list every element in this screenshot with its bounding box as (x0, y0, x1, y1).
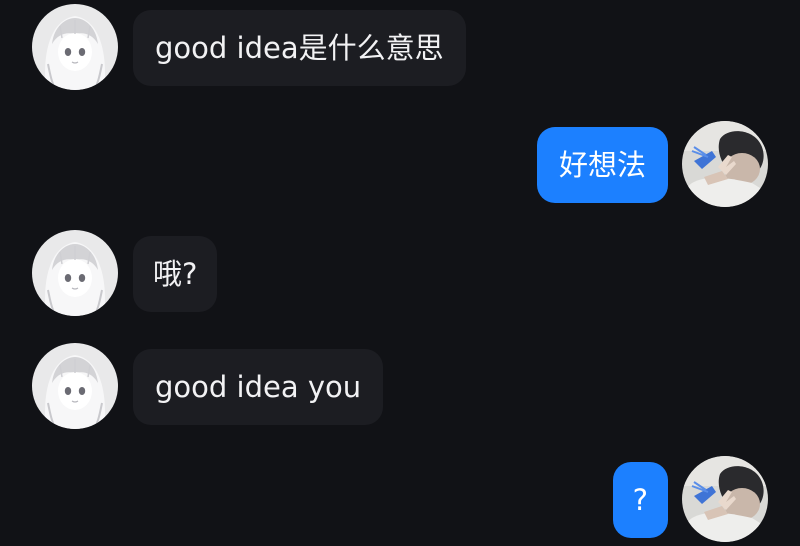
anime-girl-avatar[interactable] (32, 4, 118, 90)
anime-girl-avatar[interactable] (32, 343, 118, 429)
message-row: good idea是什么意思 (0, 4, 800, 94)
anime-girl-avatar[interactable] (32, 230, 118, 316)
incoming-message-bubble[interactable]: good idea是什么意思 (133, 10, 466, 86)
boy-peace-sign-avatar[interactable] (682, 456, 768, 542)
message-row: ? (0, 456, 800, 546)
incoming-message-bubble[interactable]: 哦? (133, 236, 218, 312)
message-row: 哦? (0, 230, 800, 320)
outgoing-message-bubble[interactable]: 好想法 (536, 127, 668, 203)
chat-conversation: good idea是什么意思 好想法 哦? good idea you ? (0, 0, 800, 545)
boy-peace-sign-avatar[interactable] (682, 121, 768, 207)
incoming-message-bubble[interactable]: good idea you (133, 349, 384, 425)
message-row: 好想法 (0, 121, 800, 211)
outgoing-message-bubble[interactable]: ? (612, 462, 668, 538)
message-row: good idea you (0, 343, 800, 433)
